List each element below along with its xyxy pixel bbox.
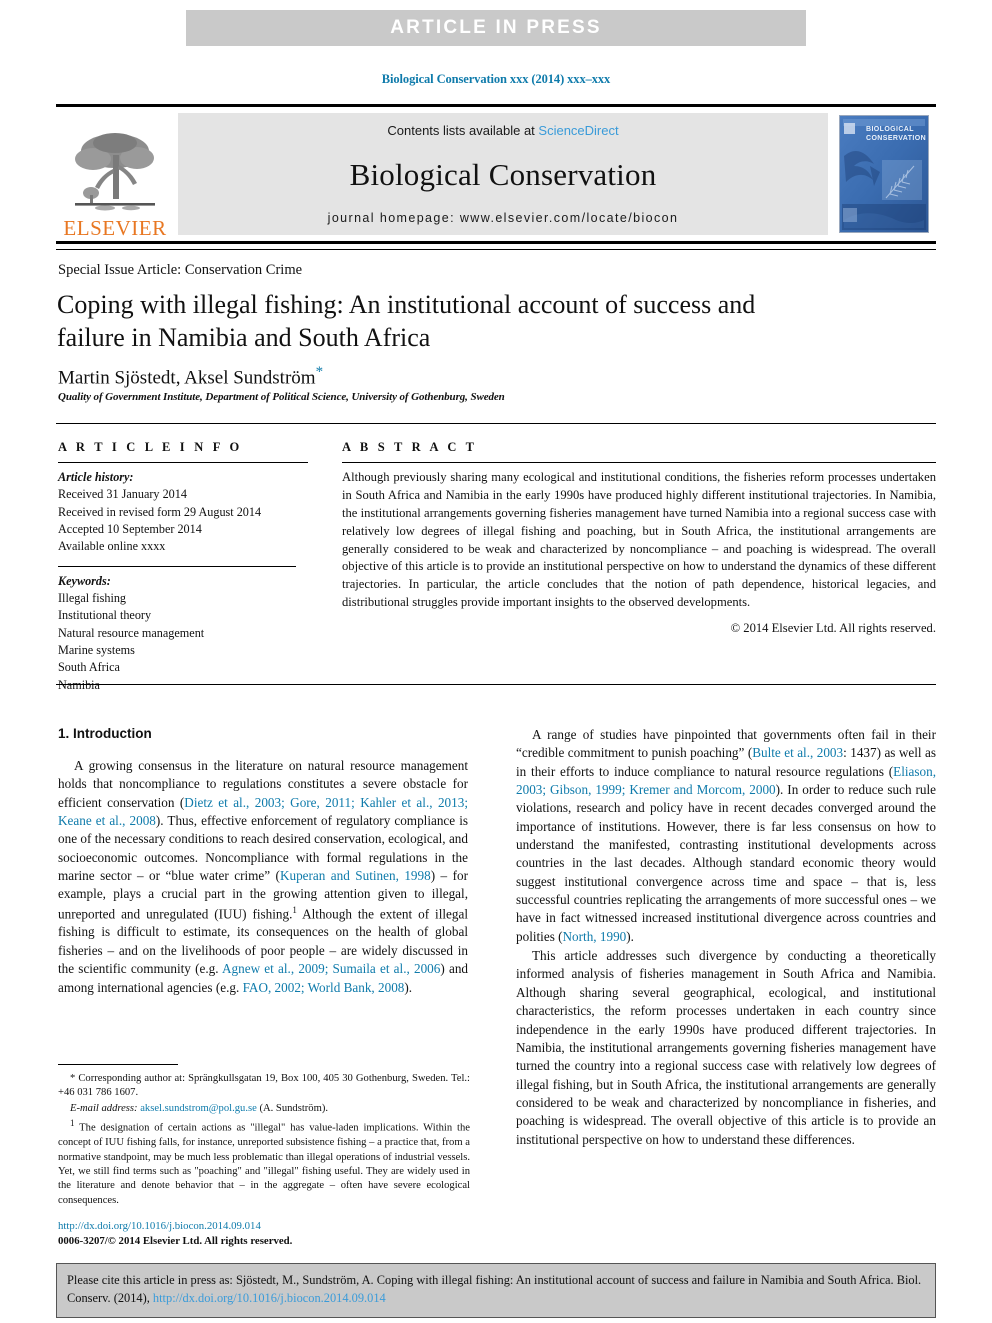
keyword-item: Marine systems bbox=[58, 642, 135, 657]
right-text-c: ). In order to reduce such rule violatio… bbox=[516, 782, 936, 944]
history-item: Received in revised form 29 August 2014 bbox=[58, 504, 262, 519]
cover-title-text: BIOLOGICAL CONSERVATION bbox=[866, 126, 927, 142]
contents-lists-line: Contents lists available at ScienceDirec… bbox=[387, 123, 618, 138]
journal-cover-wrapper: BIOLOGICAL CONSERVATION bbox=[832, 107, 936, 241]
section-heading-introduction: 1. Introduction bbox=[58, 726, 152, 741]
footnote-block: * Corresponding author at: Sprängkullsga… bbox=[58, 1072, 470, 1208]
article-history-label: Article history: bbox=[58, 470, 134, 484]
article-info-column: A R T I C L E I N F O Article history: R… bbox=[58, 440, 308, 694]
email-link[interactable]: aksel.sundstrom@pol.gu.se bbox=[140, 1103, 257, 1114]
author-names: Martin Sjöstedt, Aksel Sundström bbox=[58, 367, 316, 389]
doi-block: http://dx.doi.org/10.1016/j.biocon.2014.… bbox=[58, 1219, 292, 1250]
keyword-item: South Africa bbox=[58, 660, 120, 675]
journal-title: Biological Conservation bbox=[349, 156, 657, 192]
email-note: E-mail address: aksel.sundstrom@pol.gu.s… bbox=[58, 1102, 470, 1116]
keyword-item: Illegal fishing bbox=[58, 590, 127, 605]
abstract-column: A B S T R A C T Although previously shar… bbox=[342, 440, 936, 636]
journal-cover-image: BIOLOGICAL CONSERVATION bbox=[839, 115, 929, 233]
article-history-block: Article history: Received 31 January 201… bbox=[58, 469, 308, 556]
affiliation-line: Quality of Government Institute, Departm… bbox=[58, 391, 505, 403]
intro-paragraph-left: A growing consensus in the literature on… bbox=[58, 757, 468, 997]
keyword-item: Institutional theory bbox=[58, 608, 152, 623]
history-item: Accepted 10 September 2014 bbox=[58, 521, 202, 536]
article-info-heading: A R T I C L E I N F O bbox=[58, 440, 243, 454]
article-in-press-banner: ARTICLE IN PRESS bbox=[186, 10, 806, 46]
footnote-separator-rule bbox=[58, 1064, 178, 1065]
panel-top-rule bbox=[56, 423, 936, 424]
keywords-rule bbox=[58, 565, 296, 567]
citation-link[interactable]: North, 1990 bbox=[563, 929, 627, 944]
author-list: Martin Sjöstedt, Aksel Sundström* bbox=[58, 364, 323, 389]
right-text-d: ). bbox=[626, 928, 634, 944]
journal-reference-line: Biological Conservation xxx (2014) xxx–x… bbox=[381, 72, 611, 86]
copyright-line: © 2014 Elsevier Ltd. All rights reserved… bbox=[730, 621, 936, 635]
abstract-text: Although previously sharing many ecologi… bbox=[342, 470, 936, 610]
article-in-press-label: ARTICLE IN PRESS bbox=[390, 17, 602, 38]
right-paragraph-1: A range of studies have pinpointed that … bbox=[516, 726, 936, 946]
abstract-rule bbox=[342, 462, 936, 463]
contents-prefix: Contents lists available at bbox=[387, 123, 539, 138]
citation-link[interactable]: Bulte et al., 2003 bbox=[752, 745, 843, 760]
doi-link[interactable]: http://dx.doi.org/10.1016/j.biocon.2014.… bbox=[58, 1220, 261, 1232]
email-label: E-mail address: bbox=[70, 1102, 138, 1114]
article-page: ARTICLE IN PRESS Biological Conservation… bbox=[0, 0, 992, 1323]
issn-copyright-line: 0006-3207/© 2014 Elsevier Ltd. All right… bbox=[58, 1235, 293, 1248]
abstract-heading: A B S T R A C T bbox=[342, 440, 478, 454]
sciencedirect-link[interactable]: ScienceDirect bbox=[538, 123, 618, 138]
corresponding-note-text: Corresponding author at: Sprängkullsgata… bbox=[58, 1073, 470, 1099]
masthead-bottom-rule bbox=[56, 249, 936, 250]
citation-notice-doi-link[interactable]: http://dx.doi.org/10.1016/j.biocon.2014.… bbox=[153, 1291, 386, 1305]
citation-link[interactable]: Kuperan and Sutinen, 1998 bbox=[280, 868, 431, 883]
body-left-column: 1. Introduction A growing consensus in t… bbox=[58, 726, 468, 998]
elsevier-tree-icon bbox=[75, 133, 155, 211]
footnote-area: * Corresponding author at: Sprängkullsga… bbox=[58, 1064, 470, 1209]
journal-masthead: ELSEVIER Contents lists available at Sci… bbox=[56, 104, 936, 244]
email-suffix: (A. Sundström). bbox=[256, 1102, 329, 1114]
keyword-item: Natural resource management bbox=[58, 625, 205, 640]
keywords-block: Keywords: Illegal fishing Institutional … bbox=[58, 573, 308, 694]
corresponding-author-marker: * bbox=[315, 364, 324, 380]
numbered-footnote-1: 1 The designation of certain actions as … bbox=[58, 1117, 470, 1208]
special-issue-label: Special Issue Article: Conservation Crim… bbox=[58, 262, 303, 278]
history-item: Received 31 January 2014 bbox=[58, 487, 187, 502]
history-item: Available online xxxx bbox=[58, 539, 166, 554]
panel-bottom-rule bbox=[56, 684, 936, 685]
corresponding-author-note: * Corresponding author at: Sprängkullsga… bbox=[58, 1072, 470, 1101]
keywords-label: Keywords: bbox=[58, 573, 111, 588]
elsevier-wordmark: ELSEVIER bbox=[63, 216, 167, 240]
citation-link[interactable]: FAO, 2002; World Bank, 2008 bbox=[243, 980, 405, 995]
body-right-column: A range of studies have pinpointed that … bbox=[516, 726, 936, 1150]
page-title: Coping with illegal fishing: An institut… bbox=[57, 290, 756, 353]
journal-homepage-line[interactable]: journal homepage: www.elsevier.com/locat… bbox=[328, 211, 679, 225]
right-paragraph-2: This article addresses such divergence b… bbox=[516, 948, 936, 1147]
masthead-center-panel: Contents lists available at ScienceDirec… bbox=[178, 113, 828, 235]
elsevier-logo: ELSEVIER bbox=[56, 107, 174, 241]
citation-notice-box: Please cite this article in press as: Sj… bbox=[56, 1263, 936, 1318]
footnote-text: The designation of certain actions as "i… bbox=[58, 1122, 470, 1206]
intro-text-f: ). bbox=[404, 979, 413, 995]
keyword-item: Namibia bbox=[58, 677, 100, 692]
article-info-rule bbox=[58, 462, 308, 463]
citation-link[interactable]: Agnew et al., 2009; Sumaila et al., 2006 bbox=[222, 961, 440, 976]
